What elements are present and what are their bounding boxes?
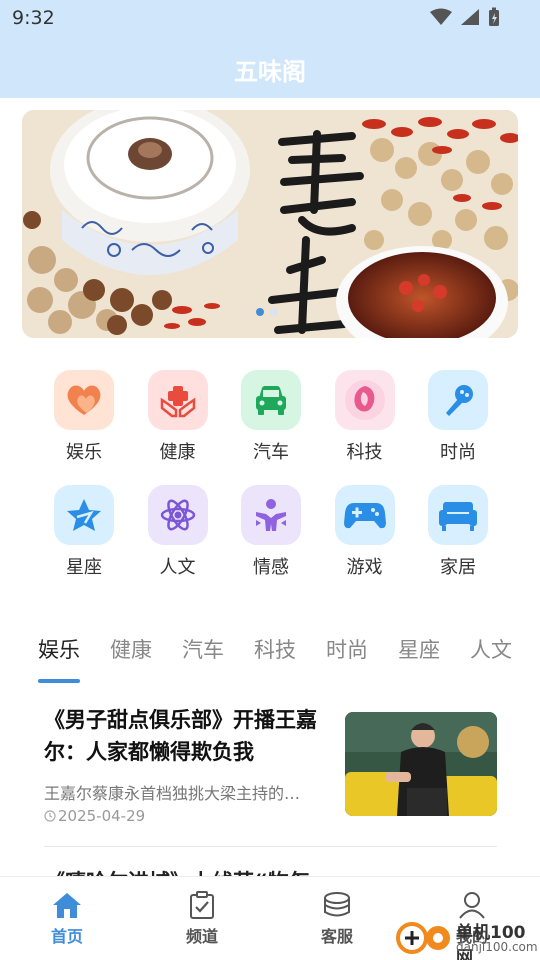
category-label: 星座 [66, 557, 102, 578]
battery-icon [489, 7, 499, 26]
sofa-icon [428, 485, 488, 545]
car-icon [241, 370, 301, 430]
flower-icon [334, 370, 395, 430]
watermark-sub: danji100.com [456, 940, 538, 954]
category-emotion[interactable]: 情感 [225, 485, 317, 600]
carousel-dot-active[interactable] [256, 308, 264, 316]
medical-hands-icon [147, 370, 208, 430]
article-title: 《男子甜点俱乐部》开播王嘉尔：人家都懒得欺负我 [44, 708, 317, 764]
category-auto[interactable]: 汽车 [225, 370, 317, 485]
category-home[interactable]: 家居 [412, 485, 504, 600]
tab-tech[interactable]: 科技 [254, 634, 296, 664]
carousel-dot[interactable] [270, 308, 278, 316]
microphone-icon [428, 370, 488, 430]
category-tech[interactable]: 科技 [319, 370, 411, 485]
nav-service[interactable]: 客服 [297, 891, 377, 947]
category-label: 科技 [346, 442, 383, 463]
clipboard-check-icon [190, 891, 214, 919]
article-date-row: 2025-04-29 [44, 807, 145, 825]
category-label: 健康 [159, 442, 196, 463]
gamepad-icon [334, 485, 395, 545]
coins-icon [324, 892, 350, 917]
banner-carousel[interactable] [22, 110, 518, 338]
tab-culture[interactable]: 人文 [470, 634, 512, 664]
watermark: 单机100网 danji100.com [392, 912, 540, 960]
signal-icon [461, 9, 479, 25]
category-row: 星座 人文 情感 游戏 家居 [38, 485, 504, 600]
tab-auto[interactable]: 汽车 [182, 634, 224, 664]
category-label: 时尚 [440, 442, 476, 463]
heart-icon [54, 370, 114, 430]
next-article-title[interactable]: 《嘻哈尔进城》上线萌“物怎 [44, 866, 344, 876]
person-icon [241, 485, 301, 545]
article-divider [44, 846, 497, 847]
article-thumbnail [345, 712, 497, 816]
tab-health[interactable]: 健康 [110, 634, 152, 664]
active-tab-indicator [38, 679, 80, 683]
status-icons [430, 7, 500, 27]
status-bar: 9:32 [0, 0, 540, 36]
category-culture[interactable]: 人文 [132, 485, 224, 600]
atom-icon [147, 485, 208, 545]
nav-label: 首页 [50, 927, 83, 946]
tab-horoscope[interactable]: 星座 [398, 634, 440, 664]
category-label: 汽车 [253, 442, 289, 463]
watermark-logo [396, 922, 450, 954]
category-games[interactable]: 游戏 [319, 485, 411, 600]
carousel-indicators [256, 308, 278, 316]
channel-tabs: 娱乐 健康 汽车 科技 时尚 星座 人文 [0, 628, 540, 684]
category-fashion[interactable]: 时尚 [412, 370, 504, 485]
star-icon [54, 485, 114, 545]
wifi-icon [430, 8, 452, 25]
app-header: 9:32 五味阁 [0, 0, 540, 98]
nav-channel[interactable]: 频道 [162, 891, 242, 947]
app-title: 五味阁 [234, 58, 306, 86]
clock-icon [44, 810, 56, 822]
home-icon [53, 893, 81, 918]
category-label: 娱乐 [66, 442, 102, 463]
banner-image [22, 110, 518, 338]
nav-label: 频道 [185, 927, 218, 946]
category-label: 家居 [440, 557, 476, 578]
nav-label: 客服 [320, 927, 353, 946]
category-health[interactable]: 健康 [132, 370, 224, 485]
category-row: 娱乐 健康 汽车 科技 时尚 [38, 370, 504, 485]
tab-fashion[interactable]: 时尚 [326, 634, 368, 664]
nav-home[interactable]: 首页 [27, 891, 107, 947]
article-summary: 王嘉尔蔡康永首档独挑大梁主持的… [44, 784, 301, 803]
tab-entertainment[interactable]: 娱乐 [38, 634, 80, 664]
category-entertainment[interactable]: 娱乐 [38, 370, 130, 485]
category-grid: 娱乐 健康 汽车 科技 时尚 星座 人文 情感 游戏 家居 [38, 370, 504, 600]
category-label: 游戏 [346, 557, 383, 578]
status-time: 9:32 [12, 7, 55, 29]
article-date: 2025-04-29 [58, 807, 146, 825]
category-label: 情感 [253, 557, 289, 578]
category-horoscope[interactable]: 星座 [38, 485, 130, 600]
category-label: 人文 [159, 557, 196, 578]
article-card[interactable]: 《男子甜点俱乐部》开播王嘉尔：人家都懒得欺负我 王嘉尔蔡康永首档独挑大梁主持的…… [44, 700, 500, 840]
